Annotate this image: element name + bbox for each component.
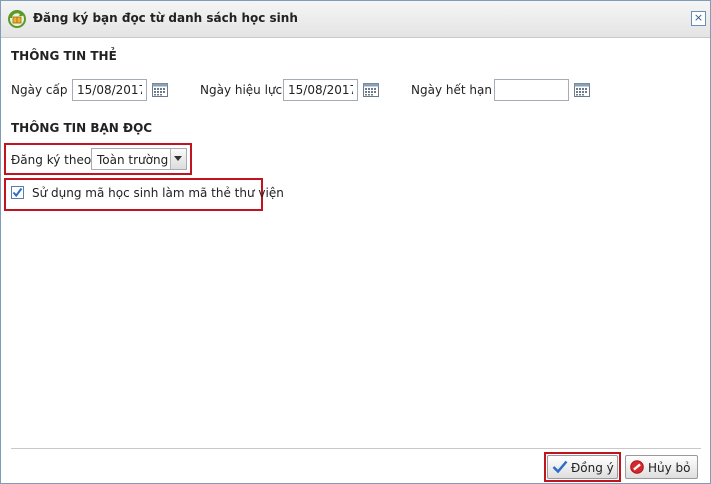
issue-date-input[interactable] bbox=[72, 79, 147, 101]
ok-label: Đồng ý bbox=[571, 461, 614, 475]
calendar-icon[interactable] bbox=[574, 83, 590, 97]
use-student-code-label: Sử dụng mã học sinh làm mã thẻ thư viện bbox=[32, 186, 284, 200]
effective-date-label: Ngày hiệu lực bbox=[200, 83, 283, 97]
register-by-select[interactable]: Toàn trường bbox=[91, 148, 187, 170]
issue-date-label: Ngày cấp bbox=[11, 83, 68, 97]
effective-date-input[interactable] bbox=[283, 79, 358, 101]
no-entry-icon bbox=[630, 460, 644, 474]
checkmark-icon bbox=[12, 187, 23, 198]
book-refresh-icon bbox=[8, 10, 26, 28]
register-by-value: Toàn trường bbox=[97, 153, 169, 167]
calendar-icon[interactable] bbox=[363, 83, 379, 97]
reader-info-section-title: THÔNG TIN BẠN ĐỌC bbox=[11, 121, 153, 135]
dialog-window: Đăng ký bạn đọc từ danh sách học sinh × … bbox=[0, 0, 711, 484]
footer-divider bbox=[11, 448, 701, 449]
ok-button[interactable]: Đồng ý bbox=[547, 455, 618, 479]
dialog-titlebar: Đăng ký bạn đọc từ danh sách học sinh × bbox=[1, 1, 710, 38]
calendar-icon[interactable] bbox=[152, 83, 168, 97]
card-info-section-title: THÔNG TIN THẺ bbox=[11, 49, 117, 63]
expiry-date-label: Ngày hết hạn bbox=[411, 83, 492, 97]
expiry-date-input[interactable] bbox=[494, 79, 569, 101]
cancel-button[interactable]: Hủy bỏ bbox=[625, 455, 698, 479]
close-button[interactable]: × bbox=[691, 11, 706, 26]
use-student-code-checkbox[interactable] bbox=[11, 186, 24, 199]
register-by-label: Đăng ký theo bbox=[11, 153, 92, 167]
cancel-label: Hủy bỏ bbox=[648, 461, 691, 475]
chevron-down-icon[interactable] bbox=[170, 149, 186, 169]
close-icon: × bbox=[693, 11, 704, 24]
checkmark-icon bbox=[552, 460, 568, 474]
dialog-title: Đăng ký bạn đọc từ danh sách học sinh bbox=[33, 11, 298, 25]
